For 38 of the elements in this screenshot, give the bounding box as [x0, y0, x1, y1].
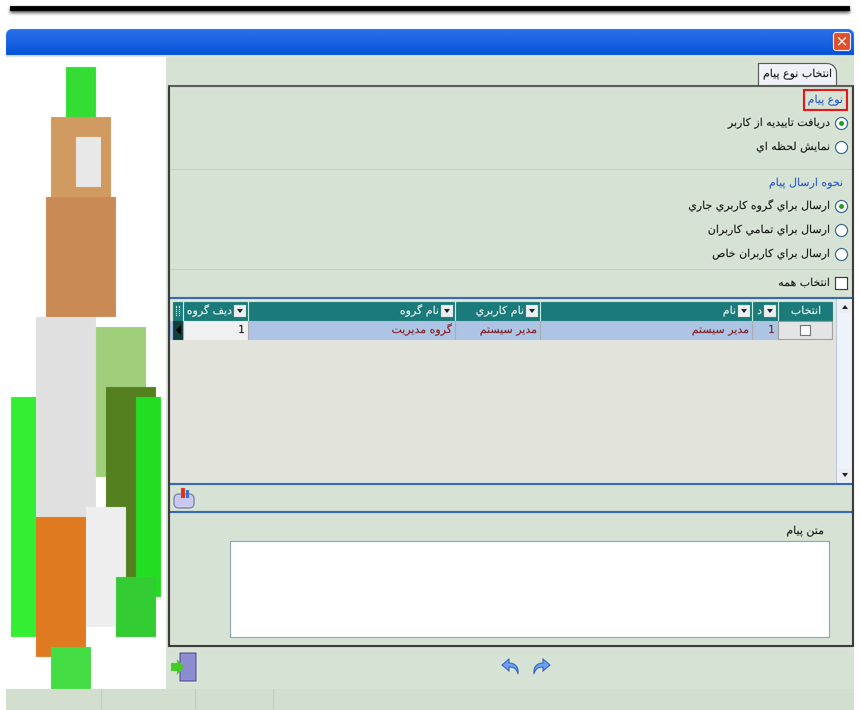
dropdown-icon[interactable] [234, 305, 246, 318]
scroll-up-icon[interactable] [838, 300, 850, 313]
tab[interactable]: انتخاب نوع پيام [758, 62, 838, 85]
toolbox-icon[interactable] [172, 486, 196, 509]
scrollbar[interactable] [836, 298, 852, 483]
scroll-down-icon[interactable] [838, 468, 850, 481]
dropdown-icon[interactable] [441, 305, 453, 318]
dropdown-icon[interactable] [526, 305, 538, 318]
group-title: نوع پيام [802, 88, 848, 112]
radio-label: ارسال براي تمامي کاربران [708, 222, 830, 238]
table-cell-text: مدير سيستم [692, 322, 749, 338]
radio-label: ارسال براي کاربران خاص [712, 246, 830, 262]
column-header[interactable]: د [757, 302, 762, 320]
radio-button[interactable] [835, 116, 848, 130]
dropdown-icon[interactable] [738, 305, 750, 318]
radio-label: ارسال براي گروه کاربري جاري [688, 198, 830, 214]
row-pointer-icon [176, 325, 180, 336]
radio-label: نمايش لحظه اي [756, 138, 830, 155]
table-cell-text: مدير سيستم [480, 322, 537, 338]
grip-icon [176, 306, 180, 316]
message-field[interactable] [230, 541, 830, 638]
column-header[interactable]: نام گروه [400, 302, 439, 320]
radio-button[interactable] [835, 200, 848, 214]
checkbox[interactable] [800, 324, 811, 336]
radio-button[interactable] [835, 248, 848, 262]
close-button[interactable]: × [833, 32, 851, 52]
checkbox[interactable] [835, 276, 848, 290]
radio-label: دريافت تاييديه از کاربر [728, 114, 830, 131]
column-header[interactable]: نام [722, 302, 736, 320]
checkbox-label: انتخاب همه [778, 274, 830, 291]
field-label: متن پيام [785, 522, 825, 539]
table-cell-text: 1 [768, 322, 775, 338]
radio-button[interactable] [835, 140, 848, 154]
table-cell-text: گروه مديريت [391, 322, 452, 338]
group-title: نحوه ارسال پيام [768, 175, 844, 192]
dropdown-icon[interactable] [764, 305, 776, 318]
table-cell-text: 1 [238, 322, 245, 338]
radio-button[interactable] [835, 224, 848, 238]
